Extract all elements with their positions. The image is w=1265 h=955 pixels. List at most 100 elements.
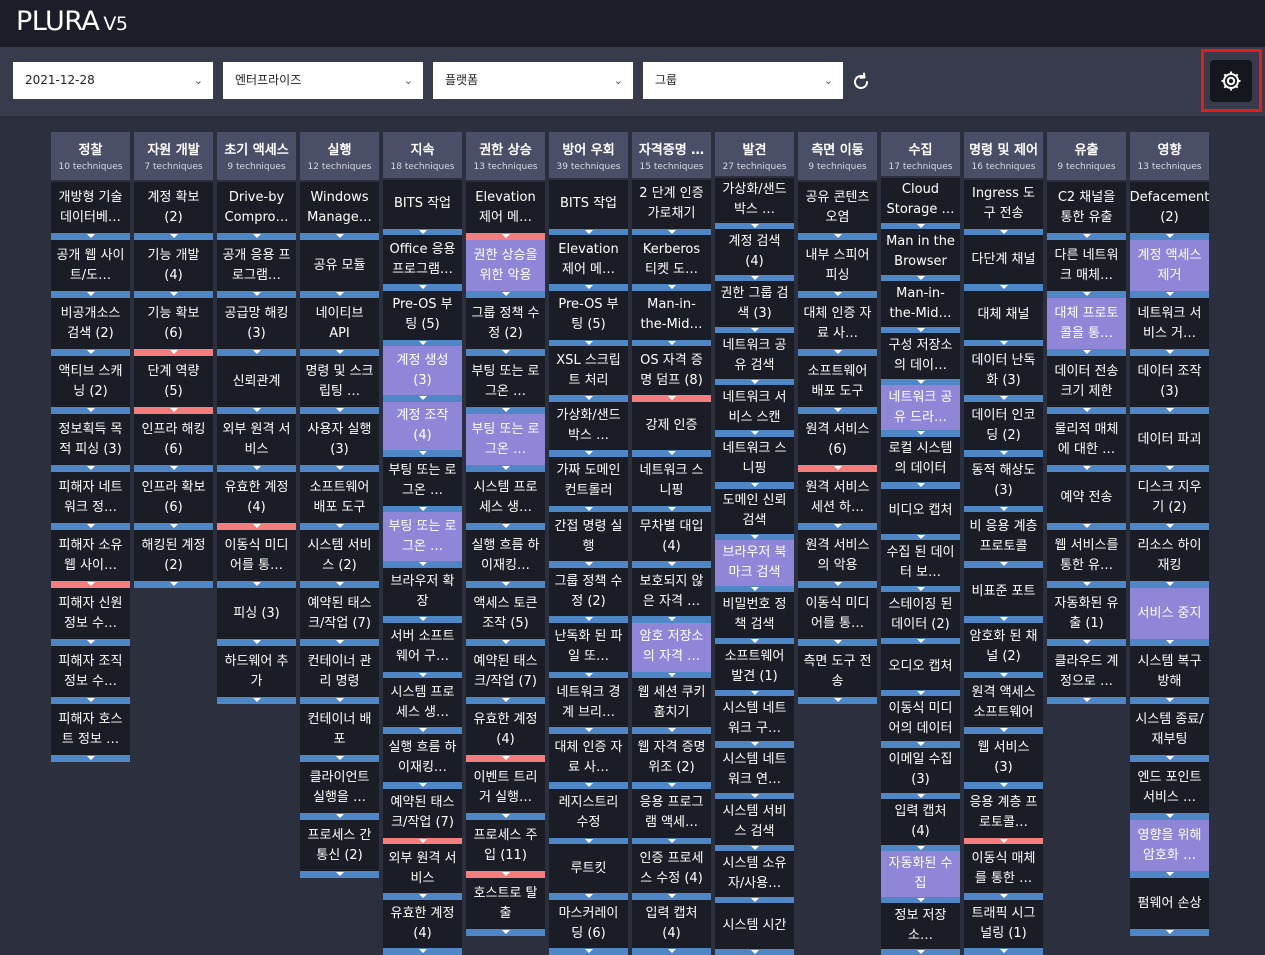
technique-cell[interactable]: 웹 세션 쿠키 훔치기 [632, 678, 711, 728]
tactic-header[interactable]: 지속 18 techniques [383, 132, 462, 179]
expand-subtechniques-bar[interactable] [134, 581, 213, 588]
technique-cell[interactable]: 피해자 신원 정보 수… [51, 588, 130, 639]
expand-subtechniques-bar[interactable] [632, 450, 711, 457]
technique-cell[interactable]: 부팅 또는 로그온 … [466, 414, 545, 465]
expand-subtechniques-bar[interactable] [715, 223, 794, 230]
technique-cell[interactable]: 다른 네트워크 매체… [1047, 240, 1126, 291]
expand-subtechniques-bar[interactable] [466, 581, 545, 588]
expand-subtechniques-bar[interactable] [217, 523, 296, 530]
expand-subtechniques-bar[interactable] [964, 450, 1043, 457]
expand-subtechniques-bar[interactable] [549, 339, 628, 347]
expand-subtechniques-bar[interactable] [300, 755, 379, 762]
expand-subtechniques-bar[interactable] [549, 948, 628, 955]
expand-subtechniques-bar[interactable] [549, 394, 628, 402]
technique-cell[interactable]: 부팅 또는 로그온 … [466, 356, 545, 407]
tactic-header[interactable]: 권한 상승 13 techniques [466, 132, 545, 180]
technique-cell[interactable]: Windows Manage… [300, 182, 379, 233]
expand-subtechniques-bar[interactable] [300, 813, 379, 820]
expand-subtechniques-bar[interactable] [549, 560, 628, 568]
expand-subtechniques-bar[interactable] [715, 948, 794, 955]
expand-subtechniques-bar[interactable] [632, 505, 711, 513]
technique-cell[interactable]: 클라우드 계정으로 … [1047, 646, 1126, 697]
tactic-header[interactable]: 명령 및 제어 16 techniques [964, 132, 1043, 179]
technique-cell[interactable]: 이동식 매체를 통한 … [964, 844, 1043, 894]
expand-subtechniques-bar[interactable] [549, 893, 628, 900]
expand-subtechniques-bar[interactable] [964, 505, 1043, 513]
expand-subtechniques-bar[interactable] [383, 893, 462, 900]
technique-cell[interactable]: 권한 상승을 위한 악용 [466, 240, 545, 291]
technique-cell[interactable]: 서버 소프트웨어 구… [383, 623, 462, 672]
technique-cell[interactable]: 외부 원격 서비스 [217, 414, 296, 465]
technique-cell[interactable]: 실행 흐름 하이재킹… [466, 530, 545, 581]
technique-cell[interactable]: C2 채널을 통한 유출 [1047, 182, 1126, 233]
technique-cell[interactable]: 프로세스 간 통신 (2) [300, 820, 379, 871]
technique-cell[interactable]: 시스템 네트워크 연… [715, 747, 794, 794]
technique-cell[interactable]: 컨테이너 관리 명령 [300, 646, 379, 697]
technique-cell[interactable]: 자동화된 수집 [881, 851, 960, 897]
expand-subtechniques-bar[interactable] [715, 844, 794, 852]
technique-cell[interactable]: 측면 도구 전송 [798, 646, 877, 697]
technique-cell[interactable]: 시스템 종료/재부팅 [1130, 704, 1209, 755]
technique-cell[interactable]: 네트워크 공유 검색 [715, 333, 794, 379]
expand-subtechniques-bar[interactable] [798, 291, 877, 298]
expand-subtechniques-bar[interactable] [1130, 871, 1209, 878]
technique-cell[interactable]: 이벤트 트리거 실행… [466, 762, 545, 813]
technique-cell[interactable]: 공유 모듈 [300, 240, 379, 291]
technique-cell[interactable]: 입력 캡처 (4) [881, 799, 960, 845]
technique-cell[interactable]: 해킹된 계정 (2) [134, 530, 213, 581]
expand-subtechniques-bar[interactable] [134, 291, 213, 298]
expand-subtechniques-bar[interactable] [383, 948, 462, 955]
technique-cell[interactable]: 원격 서비스 세션 하… [798, 472, 877, 523]
technique-cell[interactable]: 무차별 대입 (4) [632, 512, 711, 561]
expand-subtechniques-bar[interactable] [881, 741, 960, 748]
technique-cell[interactable]: 예약된 태스크/작업 (7) [383, 789, 462, 838]
technique-cell[interactable]: 소프트웨어 배포 도구 [300, 472, 379, 523]
technique-cell[interactable]: 시스템 시간 [715, 903, 794, 949]
technique-cell[interactable]: 명령 및 스크립팅 … [300, 356, 379, 407]
technique-cell[interactable]: 데이터 인코딩 (2) [964, 401, 1043, 451]
expand-subtechniques-bar[interactable] [51, 349, 130, 356]
expand-subtechniques-bar[interactable] [300, 697, 379, 704]
expand-subtechniques-bar[interactable] [1130, 523, 1209, 530]
expand-subtechniques-bar[interactable] [1130, 291, 1209, 298]
technique-cell[interactable]: 공개 웹 사이트/도… [51, 240, 130, 291]
technique-cell[interactable]: 스테이징 된 데이터 (2) [881, 592, 960, 638]
expand-subtechniques-bar[interactable] [217, 349, 296, 356]
expand-subtechniques-bar[interactable] [300, 871, 379, 878]
expand-subtechniques-bar[interactable] [549, 228, 628, 236]
technique-cell[interactable]: 서비스 중지 [1130, 588, 1209, 639]
expand-subtechniques-bar[interactable] [1130, 929, 1209, 936]
expand-subtechniques-bar[interactable] [383, 616, 462, 623]
expand-subtechniques-bar[interactable] [383, 837, 462, 845]
technique-cell[interactable]: Ingress 도구 전송 [964, 180, 1043, 229]
expand-subtechniques-bar[interactable] [798, 697, 877, 704]
expand-subtechniques-bar[interactable] [632, 671, 711, 679]
expand-subtechniques-bar[interactable] [1130, 755, 1209, 762]
expand-subtechniques-bar[interactable] [881, 585, 960, 593]
technique-cell[interactable]: 예약 전송 [1047, 472, 1126, 523]
expand-subtechniques-bar[interactable] [300, 407, 379, 414]
technique-cell[interactable]: 난독화 된 파일 또… [549, 623, 628, 672]
technique-cell[interactable]: 이동식 미디어를 통… [217, 530, 296, 581]
technique-cell[interactable]: 시스템 네트워크 구… [715, 695, 794, 742]
technique-cell[interactable]: 입력 캡처 (4) [632, 899, 711, 949]
expand-subtechniques-bar[interactable] [466, 233, 545, 240]
technique-cell[interactable]: 엔드 포인트 서비스 … [1130, 762, 1209, 813]
expand-subtechniques-bar[interactable] [300, 349, 379, 356]
technique-cell[interactable]: 네트워크 서비스 스캔 [715, 384, 794, 431]
expand-subtechniques-bar[interactable] [466, 465, 545, 472]
technique-cell[interactable]: 네트워크 공유 드라… [881, 384, 960, 431]
technique-cell[interactable]: 응용 프로그램 액세… [632, 789, 711, 838]
technique-cell[interactable]: 인증 프로세스 수정 (4) [632, 844, 711, 894]
technique-cell[interactable]: Drive-by Compro… [217, 182, 296, 233]
technique-cell[interactable]: 피해자 조직 정보 수… [51, 646, 130, 697]
technique-cell[interactable]: 공유 콘텐츠 오염 [798, 182, 877, 233]
technique-cell[interactable]: OS 자격 증명 덤프 (8) [632, 346, 711, 395]
expand-subtechniques-bar[interactable] [466, 755, 545, 762]
expand-subtechniques-bar[interactable] [383, 339, 462, 347]
expand-subtechniques-bar[interactable] [217, 697, 296, 704]
technique-cell[interactable]: Man in the Browser [881, 229, 960, 276]
expand-subtechniques-bar[interactable] [51, 291, 130, 298]
expand-subtechniques-bar[interactable] [217, 233, 296, 240]
expand-subtechniques-bar[interactable] [715, 534, 794, 541]
